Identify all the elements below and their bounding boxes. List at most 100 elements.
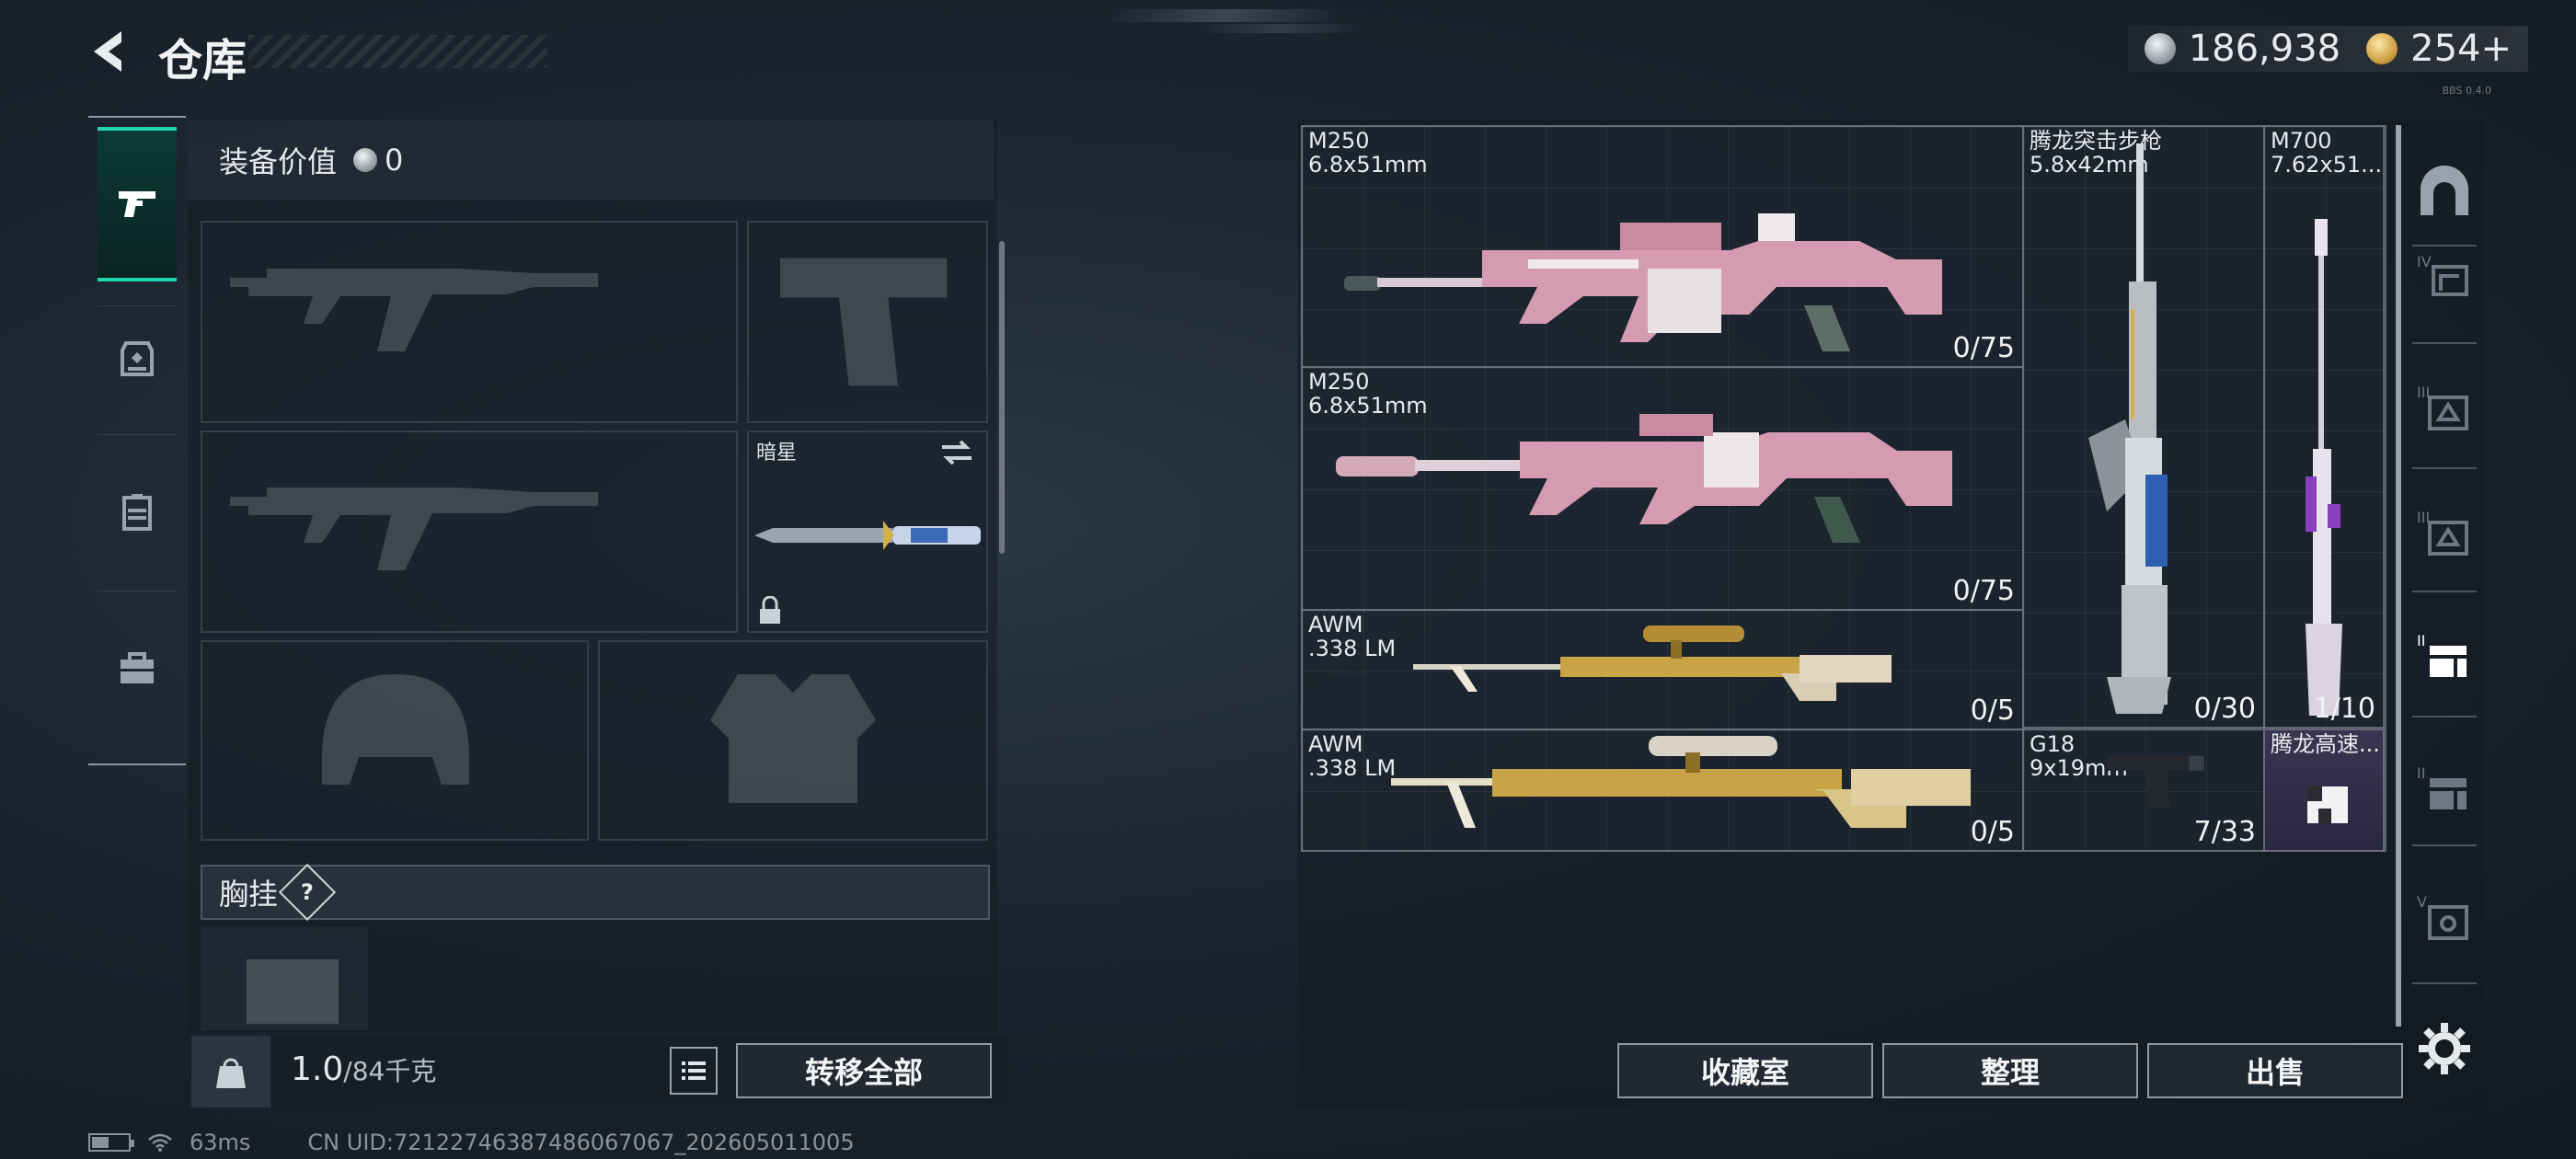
tab-rig[interactable] [98, 443, 177, 581]
transfer-all-button[interactable]: 转移全部 [736, 1043, 992, 1098]
tab-separator [2412, 716, 2477, 717]
sell-button[interactable]: 出售 [2147, 1043, 2403, 1098]
item-name: AWM [1308, 731, 1363, 757]
uid: CN UID:72122746387486067067_202605011005 [307, 1130, 855, 1155]
pistol-silhouette-icon [780, 258, 948, 386]
loadout-scrollbar[interactable] [999, 241, 1005, 554]
item-name: AWM [1308, 612, 1363, 637]
storage-tab-iv[interactable]: IV [2410, 241, 2478, 315]
m250-image [1344, 213, 1942, 351]
rifle-silhouette-icon [230, 269, 598, 351]
tab-separator [98, 434, 177, 435]
collection-room-button[interactable]: 收藏室 [1617, 1043, 1873, 1098]
item-m250-2[interactable]: M250 6.8x51mm 0/75 [1301, 366, 2024, 611]
list-view-button[interactable] [670, 1047, 718, 1095]
item-count: 0/5 [1970, 694, 2015, 727]
tab-frame-bottom [88, 763, 186, 765]
svg-text:IV: IV [2417, 253, 2432, 270]
status-bar: 63ms CN UID:72122746387486067067_2026050… [88, 1130, 855, 1155]
item-name: M700 [2271, 128, 2332, 154]
swap-icon[interactable] [938, 438, 975, 467]
item-name: M250 [1308, 369, 1370, 395]
tier-iii-icon-b: III [2417, 509, 2468, 556]
tier-ii-icon-b: II [2417, 764, 2467, 809]
primary-weapon-slot[interactable] [201, 221, 738, 423]
melee-slot[interactable]: 暗星 [747, 430, 988, 633]
help-icon[interactable]: ? [278, 863, 337, 922]
item-name: G18 [2030, 731, 2076, 757]
toolbox-icon [121, 652, 154, 683]
knife-image [754, 521, 981, 550]
sort-button[interactable]: 整理 [1882, 1043, 2138, 1098]
tab-backpack[interactable] [98, 289, 177, 427]
category-tabs [88, 116, 186, 765]
storage-tab-ii-b[interactable]: II [2410, 752, 2478, 826]
settings-button[interactable] [2410, 1012, 2478, 1085]
body-armor-silhouette-icon [710, 674, 876, 803]
storage-scrollbar[interactable] [2396, 125, 2401, 1027]
tab-separator [2412, 591, 2477, 592]
storage-tab-iii[interactable]: III [2410, 372, 2478, 445]
build-code: BBS 0.4.0 [2442, 85, 2491, 97]
tier-iv-icon: IV [2417, 253, 2468, 296]
melee-name: 暗星 [756, 442, 798, 465]
tenglong-rifle-image [2088, 143, 2171, 714]
item-m250-1[interactable]: M250 6.8x51mm 0/75 [1301, 125, 2024, 368]
lock-icon [760, 596, 780, 624]
weight-bag-button[interactable] [191, 1036, 270, 1107]
weight-capacity: /84千克 [343, 1056, 437, 1086]
secondary-weapon-slot[interactable] [201, 430, 738, 633]
tab-firearms[interactable] [98, 127, 177, 281]
silver-coin-icon [2144, 33, 2176, 64]
help-mark: ? [301, 878, 314, 905]
item-awm-2[interactable]: AWM .338 LM 0/5 [1301, 729, 2024, 852]
tab-toolbox[interactable] [98, 600, 177, 738]
tab-separator [2412, 982, 2477, 984]
tab-separator [2412, 467, 2477, 469]
background-streak [1193, 24, 1364, 33]
pistol-slot[interactable] [747, 221, 988, 423]
item-m700[interactable]: M700 7.62x51... 1/10 [2263, 125, 2385, 729]
g18-image [2107, 755, 2204, 809]
item-count: 0/75 [1952, 575, 2015, 607]
ammo-box-image [2307, 786, 2348, 823]
item-awm-1[interactable]: AWM .338 LM 0/5 [1301, 609, 2024, 730]
chest-rig-header: 胸挂 ? [201, 863, 990, 922]
svg-text:II: II [2417, 632, 2425, 649]
chest-rig-slot[interactable] [201, 927, 368, 1030]
svg-text:V: V [2417, 893, 2427, 911]
weight-value: 1.0 [291, 1050, 344, 1088]
tier-v-icon: V [2417, 893, 2468, 940]
storage-tab-ii-active[interactable]: II [2410, 620, 2478, 694]
pistol-icon [119, 191, 155, 217]
tab-separator [2412, 342, 2477, 344]
item-tenglong-ammo[interactable]: 腾龙高速... [2263, 729, 2385, 852]
svg-text:II: II [2417, 764, 2425, 782]
armor-slot[interactable] [598, 640, 988, 841]
awm-gold-image [1391, 736, 1971, 828]
battery-icon [88, 1133, 134, 1152]
helmet-silhouette-icon [322, 674, 469, 785]
list-icon [682, 1061, 706, 1080]
item-caliber: .338 LM [1308, 755, 1397, 781]
storage-tab-overview[interactable] [2410, 155, 2478, 228]
storage-tab-iii-b[interactable]: III [2410, 497, 2478, 570]
gold-balance[interactable]: 254+ [2410, 28, 2512, 70]
item-tenglong-rifle[interactable]: 腾龙突击步枪 5.8x42mm 0/30 [2022, 125, 2265, 729]
gold-coin-icon [2366, 33, 2398, 64]
equipment-value: 装备价值 0 [188, 120, 994, 201]
item-g18[interactable]: G18 9x19mm 7/33 [2022, 729, 2265, 852]
chest-rig-icon [122, 494, 152, 531]
title-decoration [248, 35, 547, 68]
dome-icon [2421, 166, 2468, 215]
silver-balance: 186,938 [2188, 28, 2341, 70]
backpack-icon [121, 341, 154, 376]
item-count: 0/75 [1952, 332, 2015, 364]
item-caliber: 7.62x51... [2271, 152, 2383, 178]
tier-iii-icon: III [2417, 384, 2468, 430]
awm-image [1413, 625, 1892, 701]
item-count: 0/30 [2193, 693, 2256, 725]
storage-tab-v[interactable]: V [2410, 881, 2478, 955]
back-arrow-icon[interactable] [85, 26, 136, 77]
helmet-slot[interactable] [201, 640, 589, 841]
